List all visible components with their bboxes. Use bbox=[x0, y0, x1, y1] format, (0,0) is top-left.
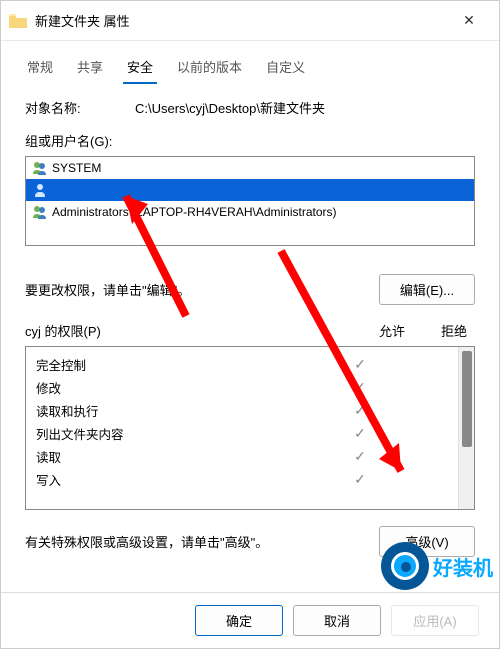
apply-button[interactable]: 应用(A) bbox=[391, 605, 479, 636]
perm-row: 读取✓ bbox=[26, 445, 458, 468]
scrollbar[interactable] bbox=[458, 347, 474, 509]
groups-listbox[interactable]: SYSTEM Administrators (LAPTOP-RH4VERAH\A… bbox=[25, 156, 475, 246]
perm-row: 列出文件夹内容✓ bbox=[26, 422, 458, 445]
groups-label: 组或用户名(G): bbox=[25, 131, 475, 150]
check-icon: ✓ bbox=[328, 379, 392, 396]
tab-security[interactable]: 安全 bbox=[115, 53, 165, 84]
list-item[interactable]: Administrators (LAPTOP-RH4VERAH\Administ… bbox=[26, 201, 474, 223]
check-icon: ✓ bbox=[328, 448, 392, 465]
edit-hint: 要更改权限，请单击"编辑"。 bbox=[25, 280, 190, 299]
perm-row: 完全控制✓ bbox=[26, 353, 458, 376]
tab-previous[interactable]: 以前的版本 bbox=[165, 53, 254, 84]
perm-row: 写入✓ bbox=[26, 468, 458, 491]
tab-general[interactable]: 常规 bbox=[15, 53, 65, 84]
object-path: C:\Users\cyj\Desktop\新建文件夹 bbox=[135, 98, 475, 117]
check-icon: ✓ bbox=[328, 356, 392, 373]
tab-custom[interactable]: 自定义 bbox=[254, 53, 317, 84]
list-item-label: SYSTEM bbox=[52, 161, 101, 175]
close-button[interactable]: ✕ bbox=[447, 5, 491, 37]
users-icon bbox=[32, 204, 48, 220]
tab-sharing[interactable]: 共享 bbox=[65, 53, 115, 84]
ok-button[interactable]: 确定 bbox=[195, 605, 283, 636]
list-item-label-redacted bbox=[52, 182, 468, 198]
permissions-title: cyj 的权限(P) bbox=[25, 321, 101, 340]
scroll-thumb[interactable] bbox=[462, 351, 472, 447]
col-deny: 拒绝 bbox=[441, 321, 467, 340]
col-allow: 允许 bbox=[379, 321, 405, 340]
edit-button[interactable]: 编辑(E)... bbox=[379, 274, 475, 305]
check-icon: ✓ bbox=[328, 425, 392, 442]
check-icon: ✓ bbox=[328, 471, 392, 488]
folder-icon bbox=[9, 14, 27, 28]
list-item[interactable]: SYSTEM bbox=[26, 157, 474, 179]
watermark-logo-icon bbox=[381, 542, 429, 590]
check-icon: ✓ bbox=[328, 402, 392, 419]
watermark: 好装机 bbox=[381, 542, 493, 590]
watermark-text: 好装机 bbox=[433, 552, 493, 581]
perm-row: 读取和执行✓ bbox=[26, 399, 458, 422]
titlebar: 新建文件夹 属性 ✕ bbox=[1, 1, 499, 41]
users-icon bbox=[32, 160, 48, 176]
perm-row: 修改✓ bbox=[26, 376, 458, 399]
user-icon bbox=[32, 182, 48, 198]
permissions-listbox: 完全控制✓ 修改✓ 读取和执行✓ 列出文件夹内容✓ 读取✓ 写入✓ bbox=[25, 346, 475, 510]
list-item[interactable] bbox=[26, 179, 474, 201]
list-item-label: Administrators (LAPTOP-RH4VERAH\Administ… bbox=[52, 205, 337, 219]
cancel-button[interactable]: 取消 bbox=[293, 605, 381, 636]
object-name-label: 对象名称: bbox=[25, 98, 135, 117]
security-panel: 对象名称: C:\Users\cyj\Desktop\新建文件夹 组或用户名(G… bbox=[1, 84, 499, 571]
window-title: 新建文件夹 属性 bbox=[35, 11, 447, 30]
tab-bar: 常规 共享 安全 以前的版本 自定义 bbox=[1, 41, 499, 84]
dialog-button-row: 确定 取消 应用(A) bbox=[1, 592, 499, 648]
advanced-hint: 有关特殊权限或高级设置，请单击"高级"。 bbox=[25, 532, 268, 551]
